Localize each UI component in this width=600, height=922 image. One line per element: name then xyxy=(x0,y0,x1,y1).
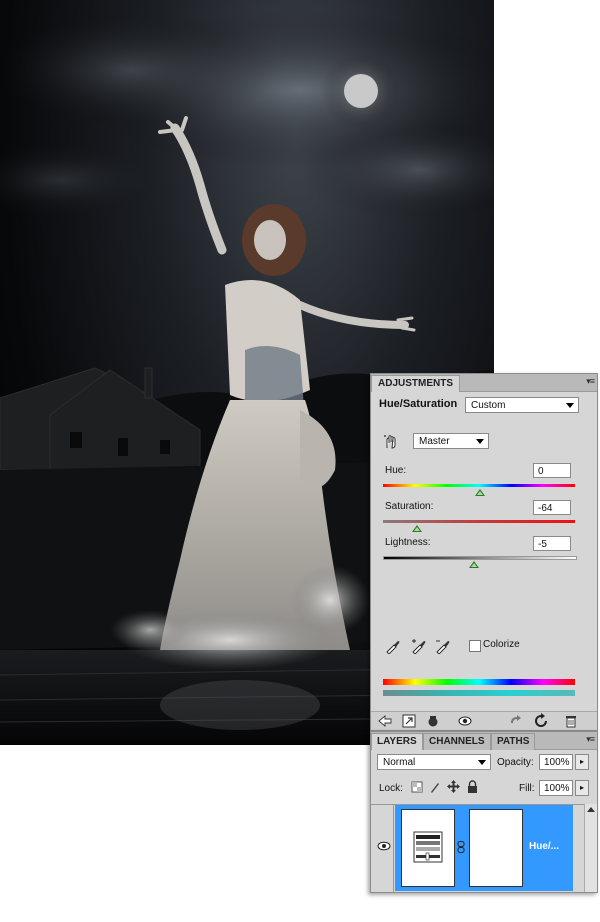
channel-dropdown[interactable]: Master xyxy=(413,433,489,449)
panel-menu-icon[interactable]: ▾≡ xyxy=(586,376,595,387)
layers-panel: LAYERS CHANNELS PATHS ▾≡ Normal Opacity:… xyxy=(370,731,598,893)
lightness-input[interactable]: -5 xyxy=(533,536,571,551)
layers-tab-bar: LAYERS CHANNELS PATHS ▾≡ xyxy=(371,732,597,750)
input-color-range-bar xyxy=(383,679,575,685)
eyedropper-minus-icon[interactable] xyxy=(435,638,451,654)
tab-paths[interactable]: PATHS xyxy=(491,733,536,750)
layer-visibility-eye-icon[interactable] xyxy=(376,838,392,854)
eyedropper-plus-icon[interactable] xyxy=(411,638,427,654)
lock-all-icon[interactable] xyxy=(467,780,478,793)
lock-transparent-pixels-icon[interactable] xyxy=(411,781,423,793)
hue-saturation-adjustment-icon xyxy=(413,831,443,863)
hue-spectrum-bar xyxy=(383,484,575,487)
fill-input[interactable]: 100% xyxy=(539,780,573,796)
layers-scrollbar[interactable] xyxy=(584,804,597,892)
expanded-view-icon[interactable] xyxy=(401,713,417,729)
saturation-label: Saturation: xyxy=(385,501,434,512)
chevron-down-icon xyxy=(566,403,574,408)
chevron-down-icon xyxy=(476,439,484,444)
hue-input[interactable]: 0 xyxy=(533,463,571,478)
saturation-slider-thumb[interactable] xyxy=(412,525,422,532)
fill-label: Fill: xyxy=(519,783,535,794)
layer-name[interactable]: Hue/... xyxy=(529,841,559,852)
opacity-slider-toggle[interactable]: ▸ xyxy=(575,754,589,770)
lightness-label: Lightness: xyxy=(385,537,431,548)
chain-link-icon[interactable] xyxy=(457,841,465,853)
eyedropper-icon[interactable] xyxy=(385,638,401,654)
blend-mode-value: Normal xyxy=(383,757,416,768)
opacity-input[interactable]: 100% xyxy=(539,754,573,770)
output-color-range-bar xyxy=(383,690,575,696)
adjustments-panel: ADJUSTMENTS ▾≡ Hue/Saturation Custom Mas… xyxy=(370,373,598,731)
adjustment-title: Hue/Saturation xyxy=(379,398,458,410)
panel-menu-icon[interactable]: ▾≡ xyxy=(586,734,595,745)
preset-value: Custom xyxy=(471,400,506,411)
tab-layers[interactable]: LAYERS xyxy=(371,733,423,750)
tab-adjustments[interactable]: ADJUSTMENTS xyxy=(371,375,461,392)
channel-value: Master xyxy=(419,436,450,447)
adjustments-tab-bar: ADJUSTMENTS ▾≡ xyxy=(371,374,597,392)
tab-channels[interactable]: CHANNELS xyxy=(423,733,491,750)
hue-label: Hue: xyxy=(385,465,407,476)
chevron-down-icon xyxy=(478,760,486,765)
saturation-bar xyxy=(383,520,575,523)
saturation-input[interactable]: -64 xyxy=(533,500,571,515)
blend-mode-dropdown[interactable]: Normal xyxy=(377,754,491,770)
lock-image-pixels-brush-icon[interactable] xyxy=(429,781,441,793)
scroll-up-arrow-icon[interactable] xyxy=(587,807,595,812)
targeted-adjustment-hand-icon[interactable] xyxy=(383,434,399,450)
lock-label: Lock: xyxy=(379,783,403,794)
fill-slider-toggle[interactable]: ▸ xyxy=(575,780,589,796)
back-arrow-icon[interactable] xyxy=(377,713,393,729)
lock-position-move-icon[interactable] xyxy=(447,780,460,793)
adjustment-layer-thumbnail xyxy=(401,809,455,887)
colorize-checkbox[interactable] xyxy=(469,640,481,652)
preset-dropdown[interactable]: Custom xyxy=(465,397,579,413)
adjustments-footer-toolbar xyxy=(371,711,597,730)
opacity-label: Opacity: xyxy=(497,757,534,768)
reset-icon[interactable] xyxy=(533,713,549,729)
layer-row-hue-saturation[interactable]: Hue/... xyxy=(395,805,573,891)
hue-slider-thumb[interactable] xyxy=(475,489,485,496)
trash-icon[interactable] xyxy=(563,713,579,729)
view-previous-state-icon[interactable] xyxy=(507,713,523,729)
clip-to-layer-icon[interactable] xyxy=(425,713,441,729)
eye-icon[interactable] xyxy=(457,713,473,729)
lightness-slider-thumb[interactable] xyxy=(469,561,479,568)
layer-mask-thumbnail[interactable] xyxy=(469,809,523,887)
lightness-bar xyxy=(383,556,577,560)
divider xyxy=(393,804,394,892)
colorize-label: Colorize xyxy=(483,639,520,650)
